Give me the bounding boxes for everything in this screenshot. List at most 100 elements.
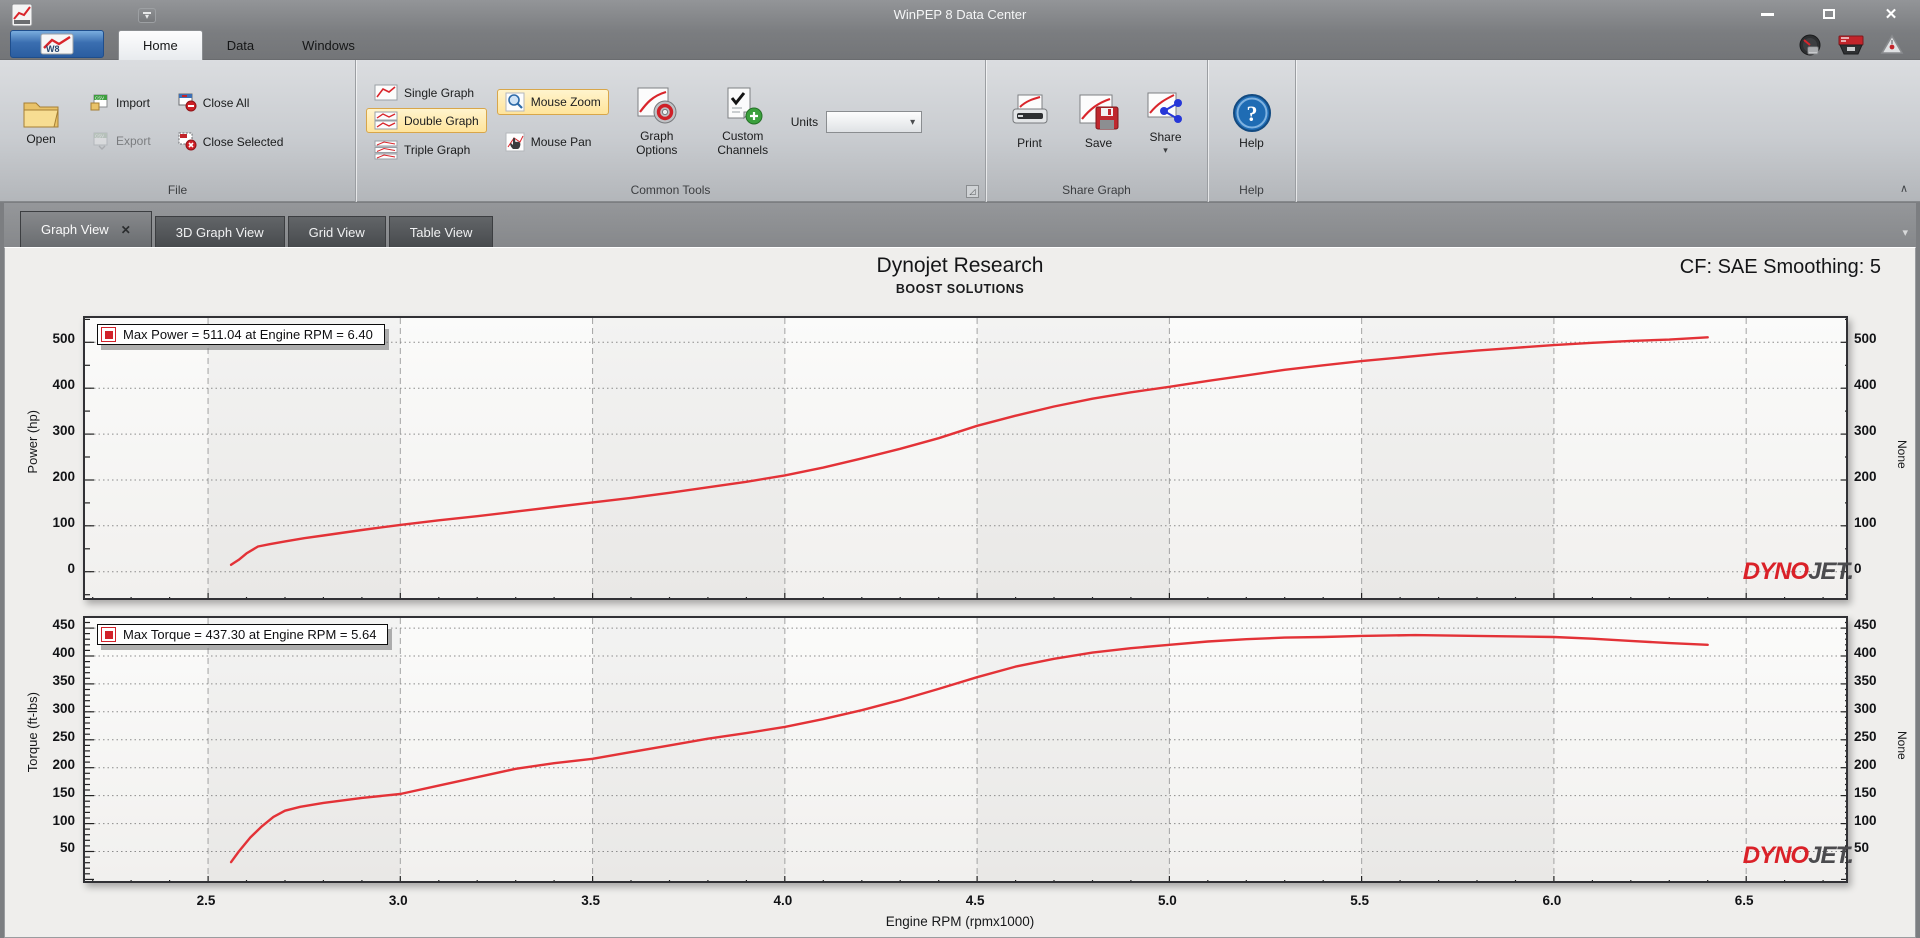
export-button[interactable]: CSV Export (82, 129, 159, 153)
export-label: Export (116, 134, 151, 148)
triple-graph-icon (374, 140, 398, 160)
graph-options-label: Graph Options (636, 129, 678, 157)
print-button[interactable]: Print (999, 87, 1061, 157)
graph-options-icon (637, 87, 677, 124)
maximize-button[interactable] (1810, 4, 1848, 24)
power-legend[interactable]: Max Power = 511.04 at Engine RPM = 6.40 (97, 324, 385, 345)
winpep-logo-icon: W8 (40, 33, 74, 55)
tab-data[interactable]: Data (203, 30, 278, 60)
document-area: Graph View ✕ 3D Graph View Grid View Tab… (4, 203, 1916, 938)
mouse-zoom-button[interactable]: Mouse Zoom (496, 89, 609, 115)
units-dropdown[interactable]: ▾ (826, 111, 923, 133)
svg-text:W8: W8 (46, 44, 60, 54)
ribbon-group-file: Open CSV Import CSV Export Close All Clo… (0, 60, 356, 202)
double-graph-label: Double Graph (404, 113, 479, 128)
import-csv-icon: CSV (90, 94, 108, 111)
tab-table-view[interactable]: Table View (388, 216, 494, 247)
common-tools-label-text: Common Tools (630, 183, 711, 197)
power-right-axis-title: None (1895, 440, 1909, 469)
power-plot-area[interactable] (83, 316, 1848, 600)
power-right-tick-label: 200 (1854, 468, 1877, 484)
tab-overflow-button[interactable]: ▾ (1902, 226, 1908, 239)
torque-right-tick-label: 450 (1854, 617, 1877, 633)
tab-home[interactable]: Home (118, 30, 203, 60)
torque-right-tick-label: 100 (1854, 812, 1877, 828)
status-icons (1798, 33, 1904, 57)
open-button[interactable]: Open (10, 91, 72, 153)
torque-y-tick-label: 350 (52, 672, 75, 688)
torque-right-tick-label: 400 (1854, 644, 1877, 660)
window-controls: ✕ (1748, 4, 1910, 24)
torque-right-tick-label: 200 (1854, 756, 1877, 772)
close-button[interactable]: ✕ (1872, 4, 1910, 24)
single-graph-icon (374, 84, 398, 101)
application-menu-button[interactable]: W8 (10, 30, 104, 58)
single-graph-button[interactable]: Single Graph (366, 81, 487, 104)
import-button[interactable]: CSV Import (82, 91, 159, 115)
double-graph-button[interactable]: Double Graph (366, 108, 487, 133)
svg-text:CSV: CSV (95, 96, 104, 101)
power-y-tick-label: 500 (52, 331, 75, 347)
title-bar[interactable]: ▾ WinPEP 8 Data Center ✕ (0, 0, 1920, 30)
minimize-button[interactable] (1748, 4, 1786, 24)
svg-text:?: ? (1246, 101, 1257, 126)
x-tick-label: 6.0 (1542, 893, 1562, 908)
x-tick-label: 4.0 (773, 893, 793, 908)
ribbon-tabs: Home Data Windows (118, 30, 379, 60)
share-icon (1147, 92, 1182, 123)
torque-right-tick-label: 350 (1854, 672, 1877, 688)
tab-grid-view[interactable]: Grid View (287, 216, 386, 247)
torque-legend[interactable]: Max Torque = 437.30 at Engine RPM = 5.64 (97, 624, 389, 645)
x-tick-label: 3.0 (388, 893, 408, 908)
dynojet-logo-right: JET. (1808, 842, 1854, 869)
torque-y-tick-label: 400 (52, 644, 75, 660)
power-y-tick-label: 200 (52, 468, 75, 484)
graph-subtitle: BOOST SOLUTIONS (895, 282, 1025, 296)
winpep-device-icon[interactable] (1838, 34, 1864, 56)
svg-text:CSV: CSV (95, 134, 104, 139)
power-y-tick-label: 400 (52, 377, 75, 393)
graph-view-label: Graph View (41, 222, 109, 237)
ribbon: Open CSV Import CSV Export Close All Clo… (0, 60, 1920, 202)
dynojet-logo-right: JET. (1808, 558, 1854, 585)
network-status-icon[interactable] (1880, 34, 1904, 56)
close-selected-icon (178, 132, 197, 151)
share-graph-group-label: Share Graph (1062, 183, 1131, 197)
help-button[interactable]: ? Help (1224, 87, 1280, 157)
close-all-icon (178, 93, 197, 112)
dialog-launcher-button[interactable]: ◿ (966, 185, 979, 198)
torque-y-tick-label: 200 (52, 756, 75, 772)
torque-plot-area[interactable] (83, 616, 1848, 883)
close-tab-icon[interactable]: ✕ (121, 223, 131, 237)
close-selected-label: Close Selected (202, 134, 284, 149)
power-y-tick-label: 0 (67, 560, 75, 576)
collapse-ribbon-button[interactable]: ∧ (1900, 182, 1908, 195)
x-tick-label: 5.0 (1157, 893, 1177, 908)
view-tab-strip: Graph View ✕ 3D Graph View Grid View Tab… (4, 203, 1916, 247)
graph-title: Dynojet Research (876, 254, 1044, 277)
dynojet-logo-left: DYNO (1742, 558, 1809, 585)
tab-3d-graph-view[interactable]: 3D Graph View (154, 216, 285, 247)
close-all-button[interactable]: Close All (169, 90, 292, 115)
tab-windows[interactable]: Windows (278, 30, 379, 60)
table-view-label: Table View (409, 224, 473, 240)
custom-channels-label: Custom Channels (717, 129, 769, 157)
torque-y-tick-label: 50 (59, 840, 75, 856)
torque-y-tick-label: 450 (52, 617, 75, 633)
triple-graph-button[interactable]: Triple Graph (366, 137, 487, 163)
mouse-pan-label: Mouse Pan (530, 135, 592, 149)
graph-options-button[interactable]: Graph Options (619, 80, 695, 164)
x-tick-label: 6.5 (1734, 893, 1754, 908)
grid-view-label: Grid View (308, 224, 365, 240)
save-button[interactable]: Save (1071, 87, 1127, 157)
dyno-gauge-icon[interactable] (1798, 33, 1822, 57)
custom-channels-button[interactable]: Custom Channels (705, 80, 781, 164)
torque-y-tick-label: 150 (52, 784, 75, 800)
power-y-tick-label: 300 (52, 423, 75, 439)
tab-graph-view[interactable]: Graph View ✕ (20, 211, 152, 247)
share-button[interactable]: Share ▾ (1137, 85, 1195, 160)
close-selected-button[interactable]: Close Selected (169, 129, 292, 154)
open-folder-icon (23, 102, 59, 128)
x-tick-label: 5.5 (1350, 893, 1370, 908)
mouse-pan-button[interactable]: Mouse Pan (497, 129, 609, 155)
